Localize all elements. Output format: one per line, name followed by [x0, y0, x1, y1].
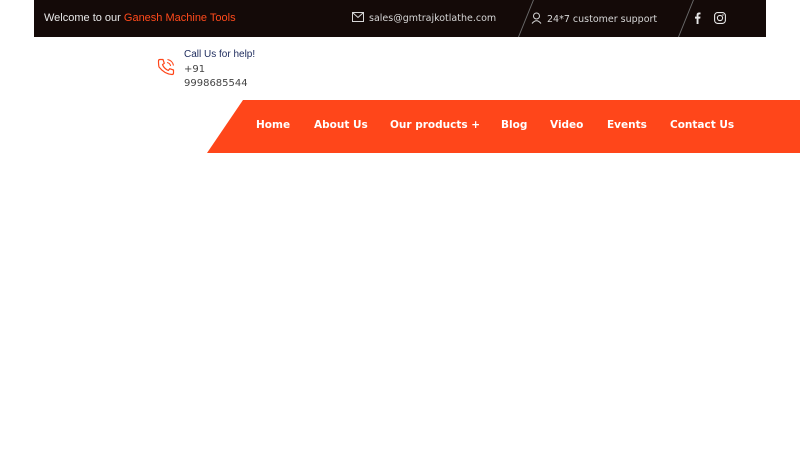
welcome-message: Welcome to our Ganesh Machine Tools	[44, 12, 236, 24]
email-text[interactable]: sales@gmtrajkotlathe.com	[369, 13, 496, 24]
nav-item-events[interactable]: Events	[607, 119, 647, 131]
nav-item-contact-us[interactable]: Contact Us	[670, 119, 734, 131]
nav-item-video[interactable]: Video	[550, 119, 583, 131]
support-text: 24*7 customer support	[547, 14, 658, 25]
welcome-prefix: Welcome to our	[44, 12, 121, 24]
instagram-icon[interactable]	[713, 10, 727, 26]
phone-number[interactable]: +91 9998685544	[184, 63, 264, 91]
brand-name: Ganesh Machine Tools	[123, 12, 236, 24]
top-bar: Welcome to our Ganesh Machine Tools sale…	[34, 0, 766, 37]
social-links	[690, 10, 727, 26]
nav-item-home[interactable]: Home	[256, 119, 290, 131]
support-info: 24*7 customer support	[531, 12, 657, 27]
mail-icon	[352, 12, 364, 25]
email-contact[interactable]: sales@gmtrajkotlathe.com	[352, 12, 496, 25]
main-navigation: Home About Us Our products + Blog Video …	[207, 100, 800, 153]
support-agent-icon	[531, 12, 542, 27]
phone-icon	[156, 57, 176, 77]
nav-item-our-products[interactable]: Our products +	[390, 119, 480, 131]
nav-item-about-us[interactable]: About Us	[314, 119, 368, 131]
help-title: Call Us for help!	[184, 49, 256, 60]
facebook-icon[interactable]	[690, 10, 704, 26]
nav-item-blog[interactable]: Blog	[501, 119, 527, 131]
